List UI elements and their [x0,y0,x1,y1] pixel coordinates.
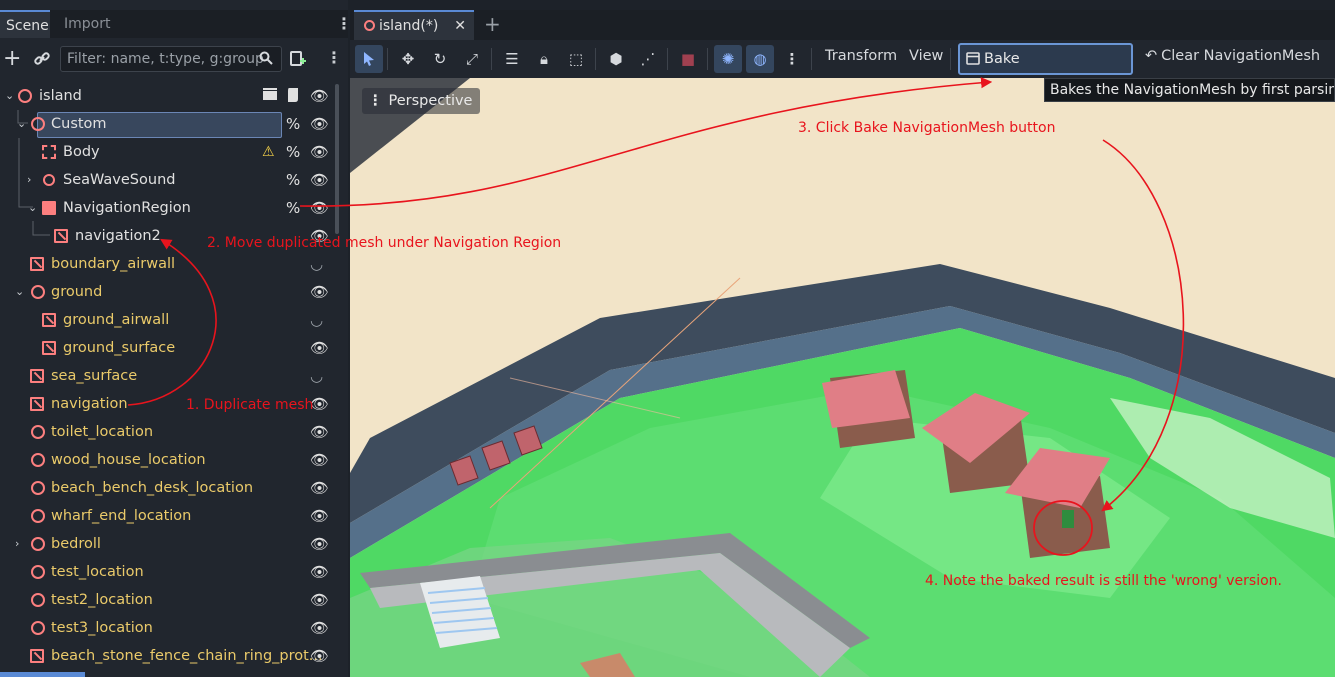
annotation-step4: 4. Note the baked result is still the 'w… [925,573,1282,589]
annotation-step3: 3. Click Bake NavigationMesh button [798,120,1056,136]
annotation-step1: 1. Duplicate mesh [186,397,314,413]
annotation-step2: 2. Move duplicated mesh under Navigation… [207,235,562,251]
